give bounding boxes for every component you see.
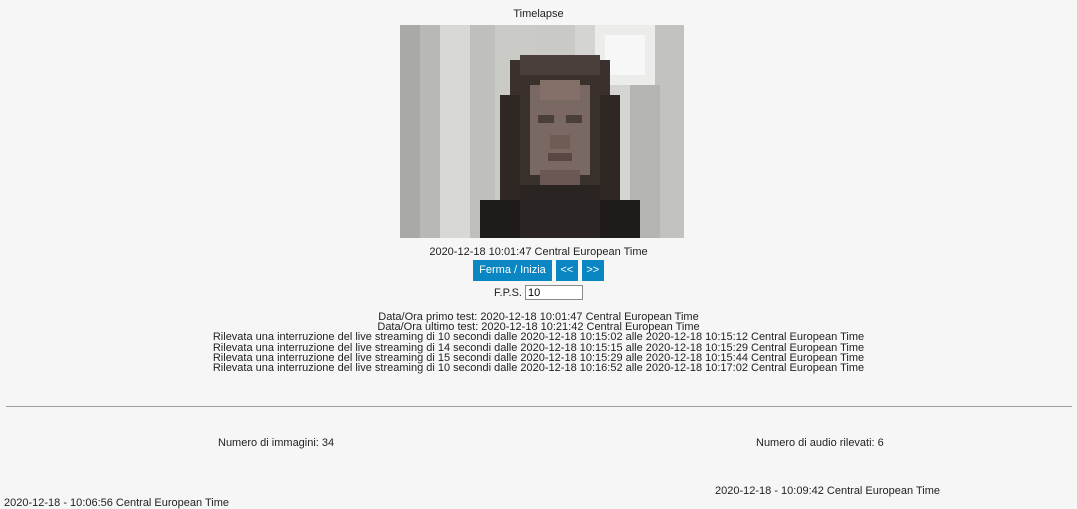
section-divider <box>6 406 1072 407</box>
page-title: Timelapse <box>513 8 564 20</box>
fps-input[interactable] <box>524 285 583 300</box>
audio-count: Numero di audio rilevati: 6 <box>756 437 884 449</box>
next-frame-button[interactable]: >> <box>581 260 604 281</box>
log-line-interruption: Rilevata una interruzione del live strea… <box>212 362 865 375</box>
image-count: Numero di immagini: 34 <box>218 437 335 449</box>
timelapse-frame-image <box>400 25 684 238</box>
play-pause-button[interactable]: Ferma / Inizia <box>473 260 552 281</box>
fps-label: F.P.S. <box>494 286 522 299</box>
image-timestamp: 2020-12-18 - 10:06:56 Central European T… <box>4 497 230 509</box>
frame-timestamp: 2020-12-18 10:01:47 Central European Tim… <box>429 246 648 258</box>
playback-controls: Ferma / Inizia << >> <box>0 260 1077 281</box>
test-log: Data/Ora primo test: 2020-12-18 10:01:47… <box>0 311 1077 375</box>
pixelated-webcam-frame <box>400 25 684 238</box>
fps-control: F.P.S. <box>0 285 1077 300</box>
audio-timestamp: 2020-12-18 - 10:09:42 Central European T… <box>715 485 941 497</box>
previous-frame-button[interactable]: << <box>555 260 578 281</box>
